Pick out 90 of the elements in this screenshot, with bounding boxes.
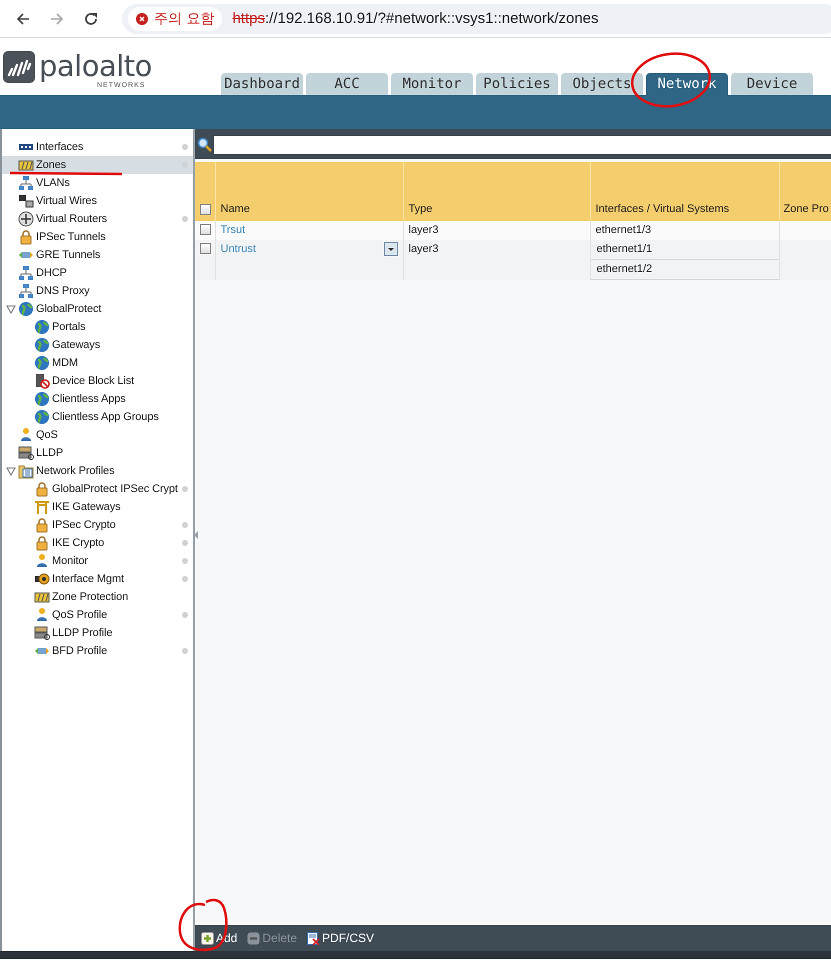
- sidebar-item[interactable]: BFD Profile: [2, 642, 193, 660]
- expand-triangle-icon[interactable]: [6, 466, 16, 476]
- add-icon: [201, 932, 214, 944]
- network-icon: [18, 175, 34, 191]
- globe-icon: [34, 409, 50, 425]
- globe-icon: [18, 301, 34, 317]
- nav-tab[interactable]: Device: [731, 73, 813, 95]
- router-icon: [18, 211, 34, 227]
- nav-tab[interactable]: Policies: [476, 73, 558, 95]
- sidebar-item[interactable]: LLDP Profile: [2, 624, 193, 642]
- folder-icon: [18, 463, 34, 479]
- wire-icon: [18, 193, 34, 209]
- sidebar-item[interactable]: IPSec Crypto: [2, 516, 193, 534]
- column-header[interactable]: Type: [403, 162, 590, 221]
- row-menu-button[interactable]: [384, 242, 398, 256]
- lock-icon: [34, 481, 50, 497]
- column-header[interactable]: Interfaces / Virtual Systems: [590, 162, 779, 221]
- sidebar-item[interactable]: IKE Gateways: [2, 498, 193, 516]
- table-cell: layer3: [403, 221, 590, 240]
- nav-tab[interactable]: Dashboard: [221, 73, 303, 95]
- sidebar-item[interactable]: Virtual Routers: [2, 210, 193, 228]
- search-field[interactable]: [214, 136, 831, 154]
- document-icon: [307, 932, 320, 944]
- sidebar-item[interactable]: GRE Tunnels: [2, 246, 193, 264]
- sidebar-item[interactable]: LLDP: [2, 444, 193, 462]
- caret-icon: [388, 248, 394, 250]
- globe-icon: [34, 319, 50, 335]
- sidebar-item[interactable]: GlobalProtect IPSec Crypt: [2, 480, 193, 498]
- row-checkbox[interactable]: [200, 243, 211, 254]
- person-icon: [34, 607, 50, 623]
- sidebar-item[interactable]: VLANs: [2, 174, 193, 192]
- sidebar-item[interactable]: Interface Mgmt: [2, 570, 193, 588]
- sidebar-item[interactable]: Virtual Wires: [2, 192, 193, 210]
- gear-icon: [34, 571, 50, 587]
- sidebar-item[interactable]: Clientless Apps: [2, 390, 193, 408]
- lock-icon: [18, 229, 34, 245]
- zone-name-link[interactable]: Trsut: [220, 221, 246, 239]
- sidebar-item[interactable]: QoS Profile: [2, 606, 193, 624]
- back-icon: [15, 10, 31, 26]
- security-chip[interactable]: 주의 요함: [128, 6, 222, 30]
- sidebar-item[interactable]: Device Block List: [2, 372, 193, 390]
- sidebar-item[interactable]: Monitor: [2, 552, 193, 570]
- sidebar-item[interactable]: GlobalProtect: [2, 300, 193, 318]
- globe-icon: [34, 337, 50, 353]
- sidebar-item[interactable]: DNS Proxy: [2, 282, 193, 300]
- nav-tab[interactable]: Objects: [561, 73, 643, 95]
- column-header[interactable]: Name: [215, 162, 403, 221]
- select-all-checkbox[interactable]: [200, 204, 211, 215]
- table-cell: ethernet1/1: [590, 240, 780, 260]
- sidebar-item[interactable]: Gateways: [2, 336, 193, 354]
- table-cell: ethernet1/2: [590, 260, 780, 280]
- forward-icon: [49, 10, 65, 26]
- person-icon: [18, 427, 34, 443]
- row-checkbox[interactable]: [200, 224, 211, 235]
- address-bar-url[interactable]: https://192.168.10.91/?#network::vsys1::network/zones: [232, 10, 599, 27]
- sidebar-item[interactable]: Network Profiles: [2, 462, 193, 480]
- sidebar-item[interactable]: Interfaces: [2, 138, 193, 156]
- sidebar-item[interactable]: MDM: [2, 354, 193, 372]
- sidebar-item[interactable]: Zone Protection: [2, 588, 193, 606]
- person-icon: [34, 553, 50, 569]
- table-cell: layer3: [403, 240, 590, 280]
- sidebar-item[interactable]: Zones: [2, 156, 193, 174]
- table-cell-text: ethernet1/3: [594, 223, 652, 238]
- sidebar-item[interactable]: IKE Crypto: [2, 534, 193, 552]
- search-icon: [197, 136, 212, 152]
- toolbar-button[interactable]: PDF/CSV: [307, 931, 374, 945]
- sidebar-item[interactable]: IPSec Tunnels: [2, 228, 193, 246]
- lock-icon: [34, 535, 50, 551]
- sidebar-item[interactable]: DHCP: [2, 264, 193, 282]
- warning-icon: [136, 12, 148, 24]
- globe-icon: [34, 391, 50, 407]
- logo-icon: [3, 51, 35, 83]
- sidebar-item[interactable]: QoS: [2, 426, 193, 444]
- brand-name: paloalto: [39, 51, 152, 81]
- nav-tab[interactable]: Monitor: [391, 73, 473, 95]
- server-icon: [18, 445, 34, 461]
- remove-icon: [247, 932, 260, 944]
- sidebar-item[interactable]: Portals: [2, 318, 193, 336]
- column-header[interactable]: Zone Pro: [779, 162, 831, 221]
- nav-tab[interactable]: ACC: [306, 73, 388, 95]
- network-icon: [18, 283, 34, 299]
- network-icon: [18, 265, 34, 281]
- gate-icon: [34, 499, 50, 515]
- globe-icon: [34, 355, 50, 371]
- blocked-icon: [34, 373, 50, 389]
- expand-triangle-icon[interactable]: [6, 304, 16, 314]
- server-icon: [34, 625, 50, 641]
- reload-icon: [83, 10, 99, 26]
- sidebar-item[interactable]: Clientless App Groups: [2, 408, 193, 426]
- lock-icon: [34, 517, 50, 533]
